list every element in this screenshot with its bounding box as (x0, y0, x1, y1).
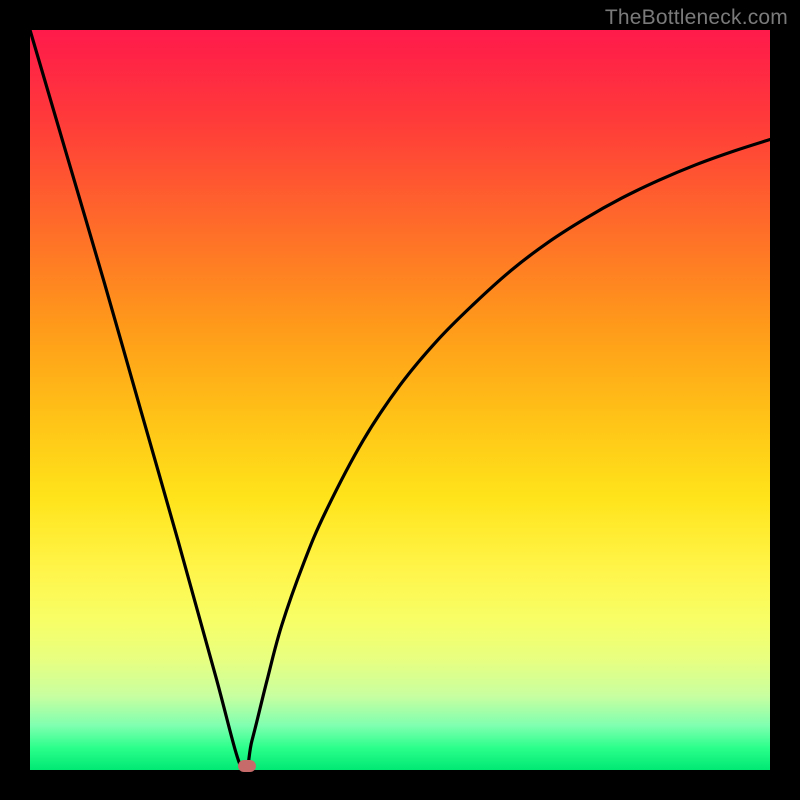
optimum-marker (238, 760, 256, 772)
chart-frame: TheBottleneck.com (0, 0, 800, 800)
watermark-text: TheBottleneck.com (605, 6, 788, 30)
bottleneck-curve (30, 30, 770, 770)
plot-area (30, 30, 770, 770)
